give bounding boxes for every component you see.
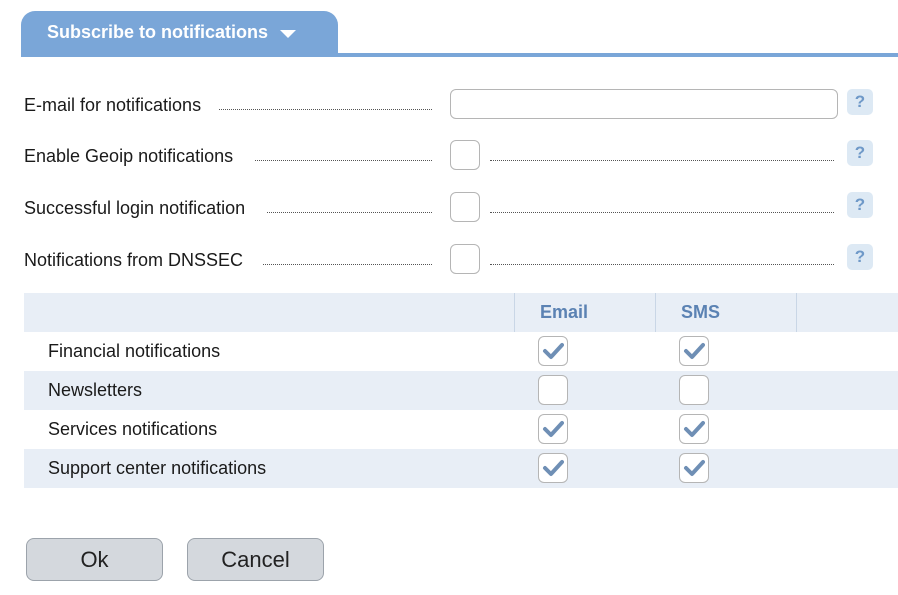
row-label: Financial notifications: [48, 341, 221, 361]
help-icon[interactable]: ?: [847, 140, 873, 166]
sms-checkbox[interactable]: [679, 453, 709, 483]
checkmark-icon: [543, 343, 564, 359]
email-checkbox[interactable]: [538, 336, 568, 366]
dotted-leader: [219, 109, 432, 110]
row-label: Support center notifications: [48, 458, 267, 478]
dotted-leader: [267, 212, 432, 213]
table-row: Newsletters: [24, 371, 898, 410]
checkmark-icon: [684, 460, 705, 476]
dnssec-label: Notifications from DNSSEC: [24, 250, 244, 270]
dotted-leader: [263, 264, 432, 265]
notifications-table: Email SMS Financial notifications Newsle…: [24, 293, 898, 488]
email-checkbox[interactable]: [538, 414, 568, 444]
login-label: Successful login notification: [24, 198, 246, 218]
email-checkbox[interactable]: [538, 375, 568, 405]
sms-checkbox[interactable]: [679, 336, 709, 366]
tab-subscribe-notifications[interactable]: Subscribe to notifications: [21, 11, 338, 54]
help-icon[interactable]: ?: [847, 89, 873, 115]
email-label: E-mail for notifications: [24, 95, 202, 115]
dotted-leader: [490, 264, 834, 265]
cancel-button[interactable]: Cancel: [187, 538, 324, 581]
geoip-checkbox[interactable]: [450, 140, 480, 170]
table-row: Financial notifications: [24, 332, 898, 371]
email-field[interactable]: [450, 89, 838, 119]
table-header: Email SMS: [24, 293, 898, 332]
geoip-label: Enable Geoip notifications: [24, 146, 234, 166]
ok-button[interactable]: Ok: [26, 538, 163, 581]
row-label: Newsletters: [48, 380, 143, 400]
dotted-leader: [490, 160, 834, 161]
column-header-sms: SMS: [655, 293, 797, 332]
dnssec-checkbox[interactable]: [450, 244, 480, 274]
sms-checkbox[interactable]: [679, 414, 709, 444]
tab-bar: Subscribe to notifications: [21, 11, 898, 57]
sms-checkbox[interactable]: [679, 375, 709, 405]
email-checkbox[interactable]: [538, 453, 568, 483]
help-icon[interactable]: ?: [847, 192, 873, 218]
row-label: Services notifications: [48, 419, 218, 439]
dnssec-row: Notifications from DNSSEC ?: [24, 244, 874, 278]
checkmark-icon: [684, 421, 705, 437]
dotted-leader: [490, 212, 834, 213]
help-icon[interactable]: ?: [847, 244, 873, 270]
checkmark-icon: [684, 343, 705, 359]
chevron-down-icon: [280, 30, 297, 38]
tab-label: Subscribe to notifications: [47, 22, 269, 42]
checkmark-icon: [543, 460, 564, 476]
login-row: Successful login notification ?: [24, 192, 874, 226]
email-row: E-mail for notifications ?: [24, 89, 874, 123]
geoip-row: Enable Geoip notifications ?: [24, 140, 874, 174]
dotted-leader: [255, 160, 432, 161]
table-row: Services notifications: [24, 410, 898, 449]
login-checkbox[interactable]: [450, 192, 480, 222]
checkmark-icon: [543, 421, 564, 437]
column-header-email: Email: [514, 293, 655, 332]
table-row: Support center notifications: [24, 449, 898, 488]
